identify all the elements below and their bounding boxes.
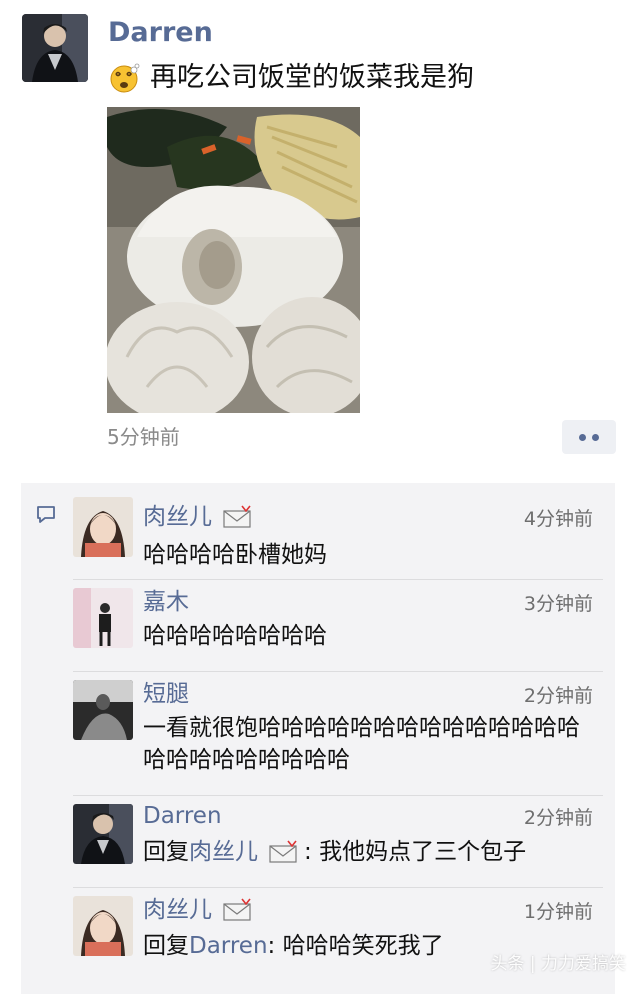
watermark: 头条 | 力力爱搞笑 xyxy=(490,954,626,974)
post-photo[interactable] xyxy=(107,107,360,413)
avatar-photo xyxy=(73,497,133,557)
dizzy-face-emoji-icon xyxy=(110,63,140,93)
post-text: 再吃公司饭堂的饭菜我是狗 xyxy=(150,62,474,93)
commenter-avatar[interactable] xyxy=(73,497,133,557)
reply-separator: : xyxy=(267,933,283,959)
commenter-name[interactable]: 肉丝儿 xyxy=(143,894,212,926)
comment-time: 1分钟前 xyxy=(523,901,593,923)
author-avatar[interactable] xyxy=(22,14,88,82)
comment-item[interactable]: Darren 2分钟前 回复 肉丝儿 : 我他妈点了三个包子 xyxy=(73,795,603,888)
commenter-avatar[interactable] xyxy=(73,680,133,740)
comment-text: 哈哈哈笑死我了 xyxy=(282,933,444,959)
moments-post: Darren 再吃公司饭堂的饭菜我是狗 5分钟前 xyxy=(0,0,640,470)
post-text-row: 再吃公司饭堂的饭菜我是狗 xyxy=(108,58,474,98)
comments-section: 肉丝儿 4分钟前 哈哈哈哈卧槽她妈 嘉木 3分钟前 哈哈哈哈哈哈哈哈 短腿 2分… xyxy=(21,483,615,994)
reply-prefix: 回复 xyxy=(143,839,189,865)
commenter-name[interactable]: 短腿 xyxy=(143,678,189,710)
comment-item[interactable]: 短腿 2分钟前 一看就很饱哈哈哈哈哈哈哈哈哈哈哈哈哈哈哈哈哈哈哈哈哈哈哈 xyxy=(73,671,603,792)
comment-text-row: 回复 肉丝儿 : 我他妈点了三个包子 xyxy=(143,836,595,868)
envelope-icon xyxy=(223,505,251,528)
comment-text: 一看就很饱哈哈哈哈哈哈哈哈哈哈哈哈哈哈哈哈哈哈哈哈哈哈哈 xyxy=(143,715,580,773)
more-dots-icon xyxy=(579,433,586,441)
comment-time: 2分钟前 xyxy=(523,685,593,707)
post-time: 5分钟前 xyxy=(107,425,180,449)
commenter-name[interactable]: Darren xyxy=(143,800,222,832)
comment-time: 3分钟前 xyxy=(523,593,593,615)
commenter-name-row: 肉丝儿 xyxy=(143,501,254,533)
avatar-photo xyxy=(73,588,133,648)
comment-time: 2分钟前 xyxy=(523,807,593,829)
comment-time: 4分钟前 xyxy=(523,508,593,530)
comment-item[interactable]: 肉丝儿 4分钟前 哈哈哈哈卧槽她妈 xyxy=(73,493,603,577)
comment-text: 哈哈哈哈卧槽她妈 xyxy=(143,542,327,568)
reply-to-name[interactable]: 肉丝儿 xyxy=(189,836,258,868)
comment-text: 哈哈哈哈哈哈哈哈 xyxy=(143,623,327,649)
commenter-name-row: 肉丝儿 xyxy=(143,894,254,926)
comment-text: 我他妈点了三个包子 xyxy=(319,839,527,865)
comment-item[interactable]: 嘉木 3分钟前 哈哈哈哈哈哈哈哈 xyxy=(73,579,603,668)
avatar-photo xyxy=(73,804,133,864)
reply-prefix: 回复 xyxy=(143,933,189,959)
commenter-name[interactable]: 嘉木 xyxy=(143,586,189,618)
commenter-avatar[interactable] xyxy=(73,896,133,956)
comment-icon xyxy=(37,506,55,523)
commenter-avatar[interactable] xyxy=(73,804,133,864)
reply-line: 回复 肉丝儿 : 我他妈点了三个包子 xyxy=(143,836,526,868)
commenter-name[interactable]: 肉丝儿 xyxy=(143,501,212,533)
more-dots-icon xyxy=(592,433,599,441)
envelope-icon xyxy=(269,840,297,863)
reply-separator: : xyxy=(304,839,320,865)
reply-to-name[interactable]: Darren xyxy=(189,933,268,959)
envelope-icon xyxy=(223,898,251,921)
more-actions-button[interactable] xyxy=(562,420,616,454)
author-name[interactable]: Darren xyxy=(108,14,213,52)
avatar-photo xyxy=(22,14,88,82)
avatar-photo xyxy=(73,896,133,956)
commenter-avatar[interactable] xyxy=(73,588,133,648)
avatar-photo xyxy=(73,680,133,740)
food-photo xyxy=(107,107,360,413)
